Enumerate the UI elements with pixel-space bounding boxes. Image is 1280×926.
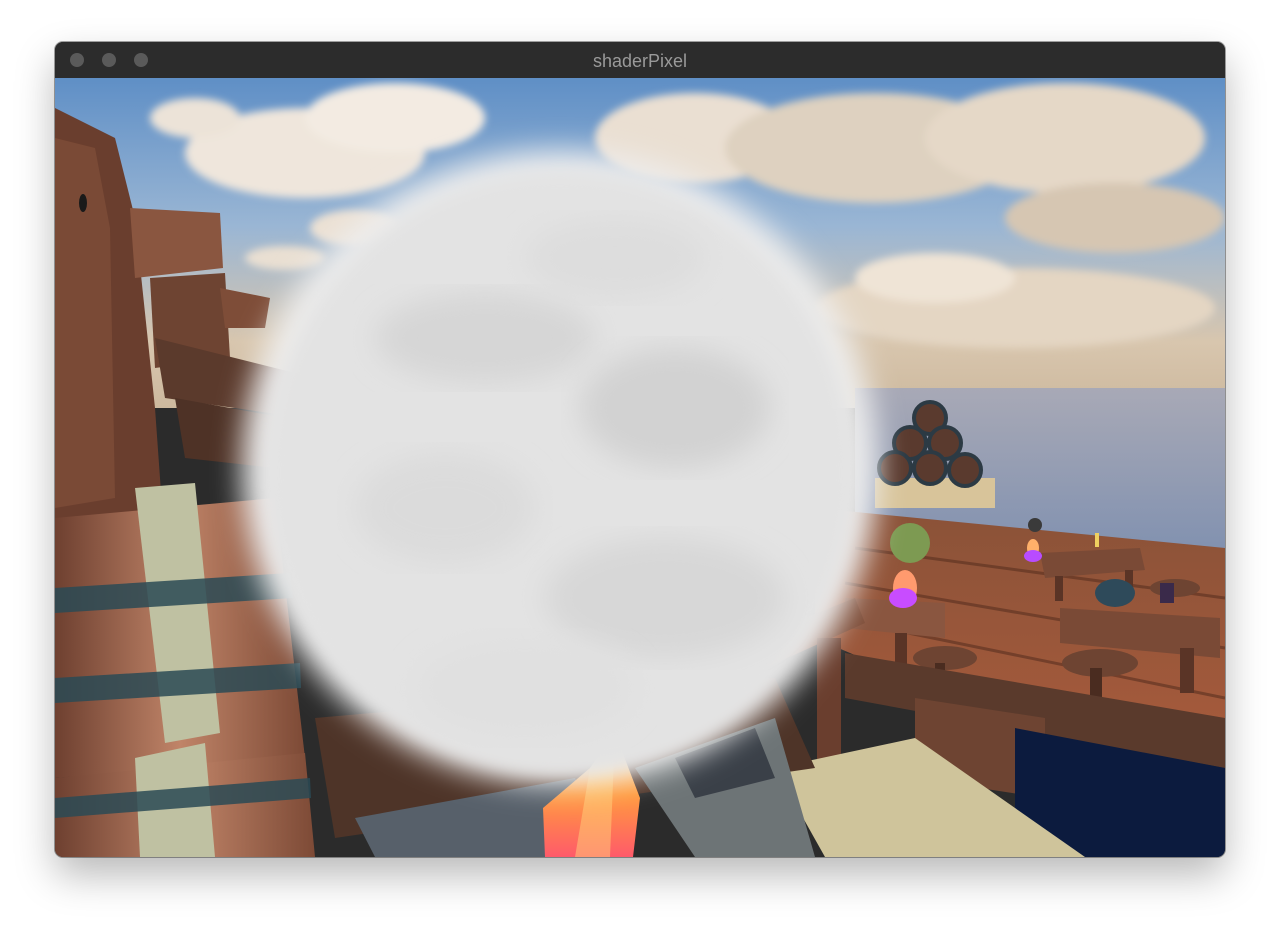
title-bar[interactable]: shaderPixel — [55, 42, 1225, 79]
window-title: shaderPixel — [592, 51, 688, 71]
app-window: shaderPixel — [55, 42, 1225, 857]
volumetric-cloud-sphere — [242, 150, 878, 786]
scene-canvas — [55, 78, 1225, 857]
green-bush — [890, 523, 930, 563]
game-viewport[interactable] — [55, 78, 1225, 857]
